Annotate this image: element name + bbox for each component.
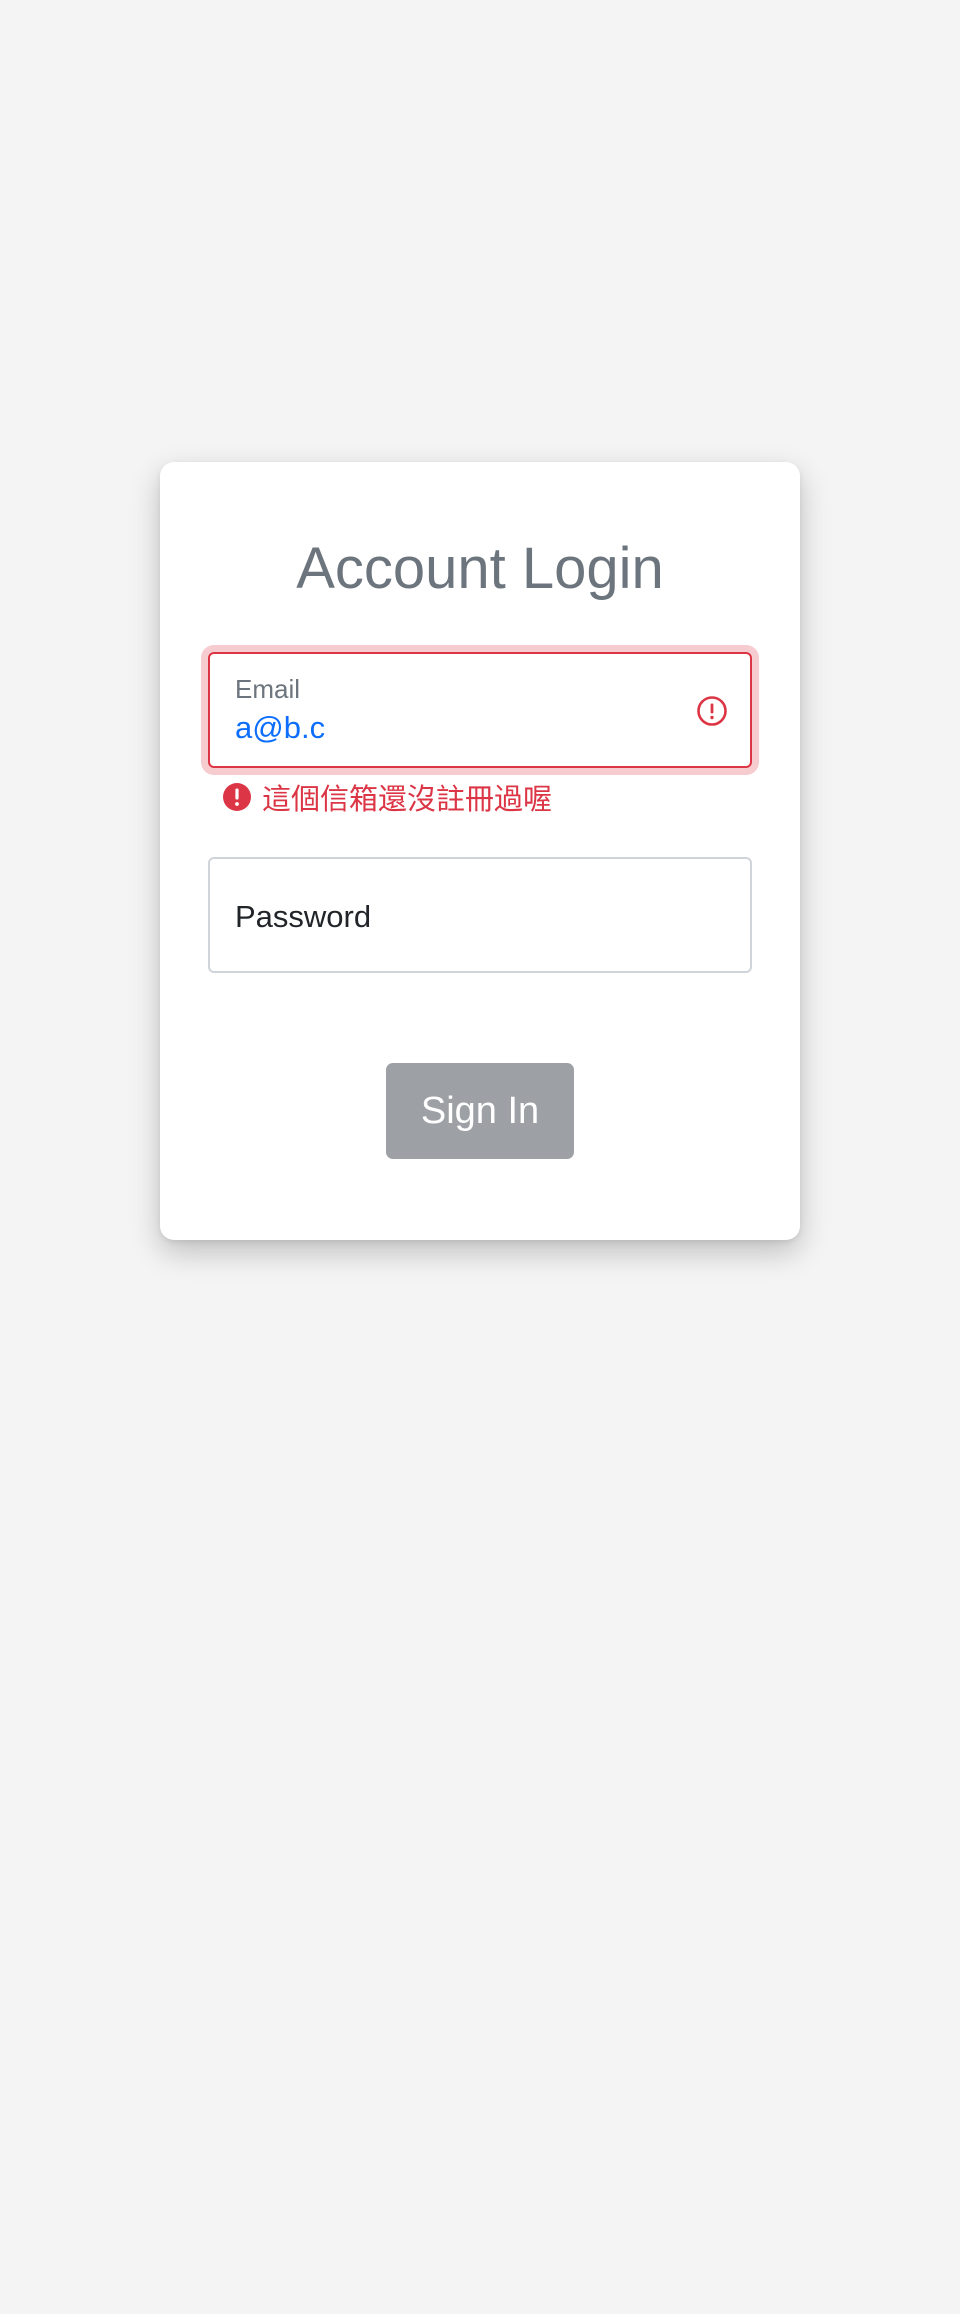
page-title: Account Login bbox=[296, 536, 664, 601]
error-text: 這個信箱還沒註冊過喔 bbox=[262, 782, 553, 816]
email-value[interactable]: a@b.c bbox=[235, 712, 325, 743]
error-icon bbox=[222, 782, 252, 812]
email-field[interactable]: Email a@b.c bbox=[208, 652, 752, 768]
password-placeholder: Password bbox=[235, 899, 372, 934]
login-card: Account Login Email a@b.c 這個信箱還沒註冊過喔 Pas… bbox=[160, 462, 800, 1240]
alert-circle-icon bbox=[696, 695, 728, 727]
password-field[interactable]: Password bbox=[208, 857, 752, 973]
email-error-message: 這個信箱還沒註冊過喔 bbox=[222, 780, 552, 816]
sign-in-button[interactable]: Sign In bbox=[386, 1063, 574, 1159]
email-label: Email bbox=[235, 674, 301, 704]
